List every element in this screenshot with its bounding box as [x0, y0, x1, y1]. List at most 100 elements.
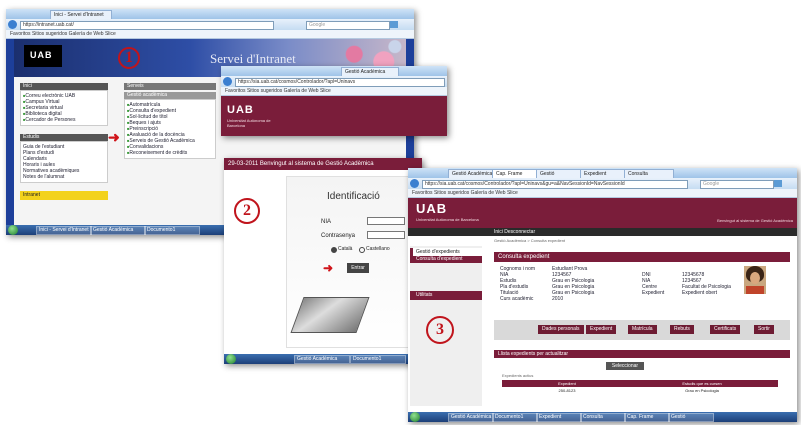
browser-tab[interactable]: Gestió Acadèmica	[341, 67, 399, 76]
login-title: Identificació	[327, 191, 380, 202]
taskbar-item[interactable]: Gestió	[668, 413, 714, 422]
list-item[interactable]: Notes de l'alumnat	[23, 174, 105, 180]
address-input[interactable]: https://sia.uab.cat/cosmos/Controlador/?…	[235, 78, 445, 87]
start-icon[interactable]	[226, 354, 236, 364]
col2-list: Automatrícula Consulta d'expedient Sol·l…	[124, 99, 216, 159]
search-input[interactable]: Google	[306, 21, 390, 30]
col1-box2-header: Estudis	[20, 134, 108, 141]
action-button[interactable]: Certificats	[710, 325, 741, 334]
browser-tab[interactable]: Gestió Acadèmica	[448, 169, 498, 178]
select-button[interactable]: Seleccionar	[606, 362, 644, 370]
field-row: Curs acadèmic 2010	[500, 296, 564, 302]
password-input[interactable]	[367, 231, 405, 239]
start-icon[interactable]	[410, 412, 420, 422]
action-button[interactable]: Matrícula	[628, 325, 657, 334]
browser-titlebar: Gestió Acadèmica	[221, 66, 447, 76]
col2-subheader: Gestió acadèmica	[124, 92, 216, 99]
browser-tab[interactable]: Inici - Servei d'Intranet	[50, 10, 112, 19]
favorites-bar: Favoritos Sitios sugeridos Galería de We…	[408, 189, 797, 198]
panel-title: Consulta expedient	[494, 252, 790, 262]
uab-logo: UAB	[416, 201, 448, 216]
screenshot-expedient: Gestió Acadèmica Cap. Frame Gestió Exped…	[408, 168, 797, 422]
nia-input[interactable]	[367, 217, 405, 225]
back-icon[interactable]	[410, 179, 419, 188]
col1: Inici Correu electrònic UAB Campus Virtu…	[20, 83, 108, 200]
screenshot-sia-header: Gestió Acadèmica https://sia.uab.cat/cos…	[221, 66, 447, 136]
list-item[interactable]: Cercador de Persones	[23, 117, 105, 123]
main-panel: Consulta expedient Cognoms i nom Estudian…	[494, 252, 790, 402]
step-3-badge: 3	[426, 316, 454, 344]
address-input[interactable]: https://sia.uab.cat/cosmos/Controlador/?…	[422, 180, 688, 189]
back-icon[interactable]	[223, 77, 232, 86]
taskbar-item[interactable]: Gestió Acadèmica	[294, 355, 350, 364]
step-2-badge: 2	[234, 198, 260, 224]
taskbar-item[interactable]: Inici - Servei d'Intranet	[36, 226, 92, 235]
step-1-badge: 1	[118, 47, 140, 69]
favorites-bar: Favoritos Sitios sugeridos Galería de We…	[6, 30, 414, 39]
taskbar: Gestió Acadèmica Documento1	[224, 354, 422, 364]
arrow-icon: ➜	[323, 261, 334, 275]
lang-radio-catala[interactable]	[331, 247, 337, 253]
uab-logo-subtitle: Universitat Autònoma de Barcelona	[416, 217, 479, 222]
cards-illustration	[290, 297, 370, 333]
taskbar-item[interactable]: Gestió Acadèmica	[90, 226, 146, 235]
action-button[interactable]: Rebuts	[670, 325, 694, 334]
password-label: Contrasenya	[321, 233, 356, 239]
table-row[interactable]: 250-8123 Grau en Psicologia	[502, 387, 778, 394]
list-item[interactable]: Reconeixement de crèdits	[127, 150, 213, 156]
table-header: Expedient Estudis que es cursen	[502, 380, 778, 387]
browser-titlebar: Gestió Acadèmica Cap. Frame Gestió Exped…	[408, 168, 797, 178]
sidebar-item[interactable]: Gestió d'expedients	[410, 248, 482, 256]
taskbar-item[interactable]: Documento1	[144, 226, 200, 235]
lang-radio-castellano[interactable]	[359, 247, 365, 253]
col1-box2-list: Guia de l'estudiant Plans d'estudi Calen…	[20, 141, 108, 183]
uab-header: UAB Universitat Autònoma de Barcelona Be…	[408, 198, 797, 228]
back-icon[interactable]	[8, 20, 17, 29]
submit-button[interactable]: Entrar	[347, 263, 369, 273]
taskbar-item[interactable]: Documento1	[492, 413, 538, 422]
browser-tab[interactable]: Consulta	[624, 169, 674, 178]
expedient-title: Llista expedients per actualitzar	[494, 350, 790, 358]
table-caption: Expedients actius	[502, 373, 534, 378]
address-input[interactable]: https://intranet.uab.cat/	[20, 21, 274, 30]
taskbar-item[interactable]: Expedient	[536, 413, 582, 422]
nav-bar: Inici Desconnectar	[408, 228, 797, 236]
nav-text[interactable]: Inici Desconnectar	[494, 228, 535, 236]
fields-right: DNI 12345678 NIA 1234567 Centre Facultat de…	[642, 272, 742, 296]
browser-tab[interactable]: Expedient	[580, 169, 630, 178]
start-icon[interactable]	[8, 225, 18, 235]
action-button[interactable]: Expedient	[586, 325, 617, 334]
taskbar-item[interactable]: Gestió Acadèmica	[448, 413, 494, 422]
field-row: Expedient Expedient obert	[642, 290, 718, 296]
breadcrumb: Gestió Acadèmica > Consulta expedient	[494, 238, 566, 243]
action-button[interactable]: Dades personals	[538, 325, 584, 334]
search-icon[interactable]	[390, 21, 398, 28]
lang-label-castellano: Castellano	[366, 246, 390, 252]
col2: Serveis Gestió acadèmica Automatrícula C…	[124, 83, 216, 159]
taskbar-item[interactable]: Documento1	[350, 355, 406, 364]
sidebar-item[interactable]: Utilitats	[410, 291, 482, 300]
taskbar-item[interactable]: Cap. Frame	[624, 413, 670, 422]
taskbar-item[interactable]: Consulta	[580, 413, 626, 422]
action-button[interactable]: Sortir	[754, 325, 774, 334]
browser-titlebar: Inici - Servei d'Intranet	[6, 9, 414, 19]
search-icon[interactable]	[774, 180, 782, 187]
action-bar: Dades personals Expedient Matrícula Rebu…	[494, 320, 790, 340]
search-input[interactable]: Google	[700, 180, 774, 189]
avatar	[744, 266, 766, 294]
banner-title: Servei d'Intranet	[210, 51, 296, 66]
uab-logo: UAB	[227, 104, 254, 116]
browser-tab[interactable]: Gestió	[536, 169, 586, 178]
header-right-text: Benvingut al sistema de Gestió Acadèmica	[717, 218, 793, 223]
expedient-table: Expedient Estudis que es cursen 250-8123 G…	[502, 380, 778, 394]
lang-label-catala: Català	[338, 246, 353, 252]
uab-logo-box: UAB	[24, 45, 62, 67]
arrow-icon: ➜	[108, 129, 120, 145]
sidebar-item-active[interactable]: Consulta d'expedient	[410, 256, 482, 263]
fields-left: Cognoms i nom Estudiant Prova NIA 1234567 …	[500, 266, 620, 302]
col2-header: Serveis	[124, 83, 216, 90]
yellow-box[interactable]: Intranet	[20, 191, 108, 200]
favorites-bar: Favoritos Sitios sugeridos Galería de We…	[221, 87, 447, 96]
browser-tab[interactable]: Cap. Frame	[492, 169, 542, 178]
taskbar: Gestió Acadèmica Documento1 Expedient Co…	[408, 412, 797, 422]
